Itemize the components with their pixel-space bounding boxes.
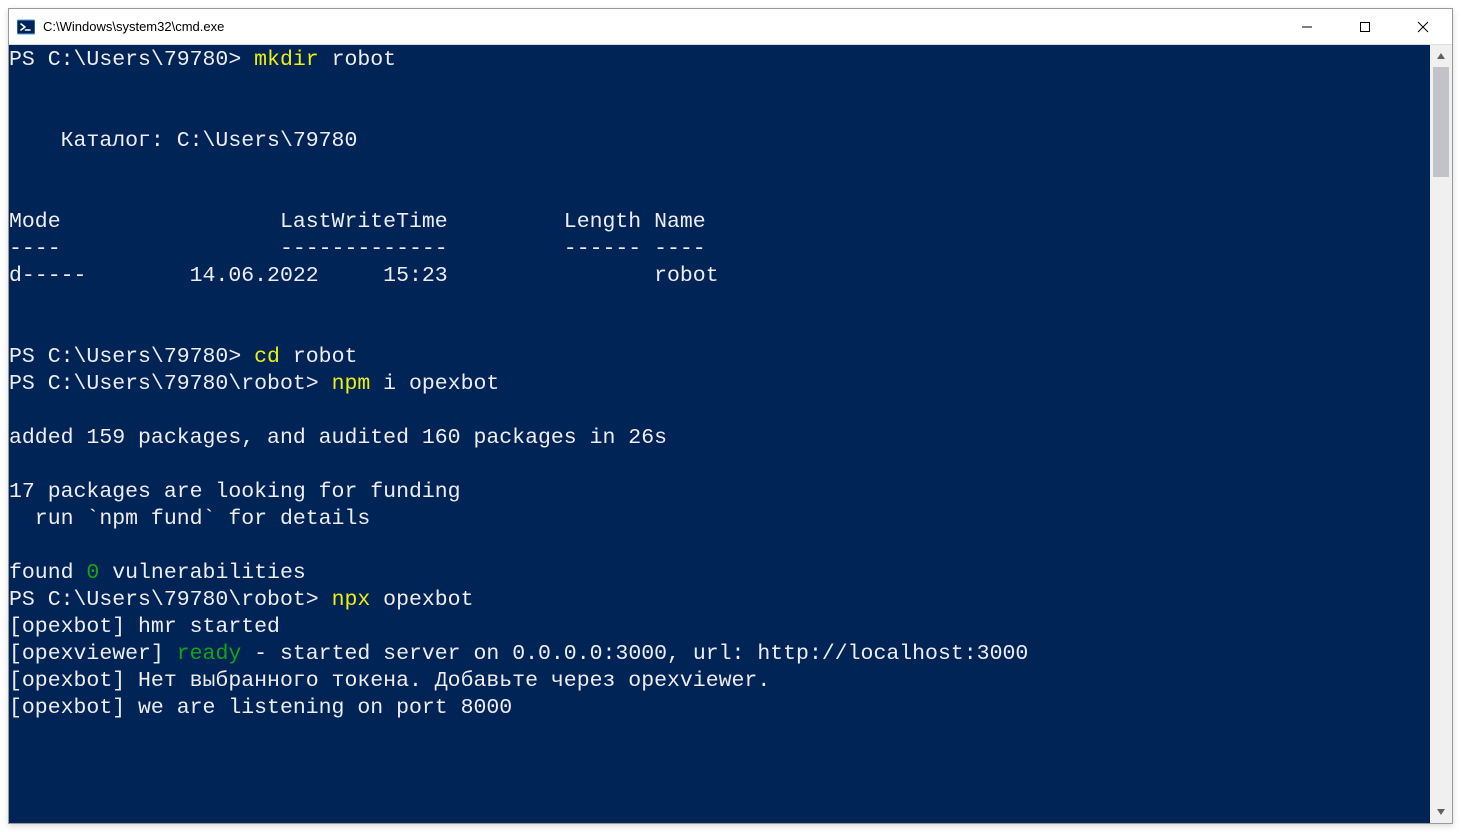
terminal-line: [opexbot] Нет выбранного токена. Добавьт… xyxy=(9,668,1428,695)
terminal-line: PS C:\Users\79780> mkdir robot xyxy=(9,47,1428,74)
maximize-button[interactable] xyxy=(1336,9,1394,44)
maximize-icon xyxy=(1359,21,1371,33)
cmd-window: C:\Windows\system32\cmd.exe PS C:\ xyxy=(8,8,1453,824)
close-button[interactable] xyxy=(1394,9,1452,44)
terminal-line: run `npm fund` for details xyxy=(9,506,1428,533)
vertical-scrollbar[interactable] xyxy=(1430,45,1452,823)
window-title: C:\Windows\system32\cmd.exe xyxy=(43,19,224,34)
minimize-button[interactable] xyxy=(1278,9,1336,44)
terminal-line xyxy=(9,74,1428,101)
terminal-line: PS C:\Users\79780\robot> npm i opexbot xyxy=(9,371,1428,398)
terminal-line: [opexbot] hmr started xyxy=(9,614,1428,641)
powershell-icon xyxy=(17,18,35,36)
scroll-track[interactable] xyxy=(1430,67,1452,801)
terminal-line xyxy=(9,290,1428,317)
terminal-line: PS C:\Users\79780\robot> npx opexbot xyxy=(9,587,1428,614)
terminal-line: 17 packages are looking for funding xyxy=(9,479,1428,506)
terminal-line xyxy=(9,398,1428,425)
scroll-down-arrow[interactable] xyxy=(1430,801,1452,823)
titlebar-left: C:\Windows\system32\cmd.exe xyxy=(9,18,224,36)
terminal-line xyxy=(9,155,1428,182)
terminal-line: d----- 14.06.2022 15:23 robot xyxy=(9,263,1428,290)
scroll-up-arrow[interactable] xyxy=(1430,45,1452,67)
terminal-line: [opexbot] we are listening on port 8000 xyxy=(9,695,1428,722)
terminal-line: ---- ------------- ------ ---- xyxy=(9,236,1428,263)
terminal-line: Mode LastWriteTime Length Name xyxy=(9,209,1428,236)
terminal-line xyxy=(9,533,1428,560)
window-controls xyxy=(1278,9,1452,44)
terminal-output[interactable]: PS C:\Users\79780> mkdir robot Каталог: … xyxy=(9,45,1430,823)
terminal-line: PS C:\Users\79780> cd robot xyxy=(9,344,1428,371)
terminal-line: Каталог: C:\Users\79780 xyxy=(9,128,1428,155)
scroll-thumb[interactable] xyxy=(1433,67,1449,177)
terminal-line: [opexviewer] ready - started server on 0… xyxy=(9,641,1428,668)
terminal-line: added 159 packages, and audited 160 pack… xyxy=(9,425,1428,452)
minimize-icon xyxy=(1301,21,1313,33)
terminal-line xyxy=(9,182,1428,209)
titlebar[interactable]: C:\Windows\system32\cmd.exe xyxy=(9,9,1452,45)
terminal-line xyxy=(9,452,1428,479)
terminal-area: PS C:\Users\79780> mkdir robot Каталог: … xyxy=(9,45,1452,823)
terminal-line xyxy=(9,101,1428,128)
close-icon xyxy=(1417,21,1429,33)
terminal-line: found 0 vulnerabilities xyxy=(9,560,1428,587)
terminal-line xyxy=(9,317,1428,344)
